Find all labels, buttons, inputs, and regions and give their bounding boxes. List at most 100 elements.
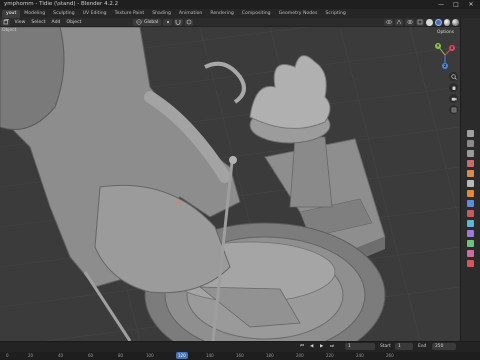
camera-icon <box>451 97 456 101</box>
render-properties-icon[interactable] <box>467 140 474 147</box>
tab-layout[interactable]: yout <box>2 9 21 18</box>
brazier-pillar <box>289 136 333 208</box>
brazier-flames <box>249 55 331 129</box>
texture-properties-icon[interactable] <box>467 260 474 267</box>
xray-button[interactable] <box>415 18 425 26</box>
zoom-button[interactable] <box>449 72 458 81</box>
output-properties-icon[interactable] <box>467 150 474 157</box>
scene-properties-icon[interactable] <box>467 170 474 177</box>
visibility-button[interactable] <box>384 18 393 26</box>
tick-label: 160 <box>236 353 244 358</box>
tick-label: 100 <box>146 353 154 358</box>
xray-icon <box>417 19 423 25</box>
menu-add[interactable]: Add <box>49 20 64 25</box>
tab-uv-editing[interactable]: UV Editing <box>79 10 111 18</box>
overlays-button[interactable] <box>405 18 414 26</box>
staff-orb <box>229 156 237 164</box>
tick-label: 60 <box>88 353 94 358</box>
grid-icon <box>451 107 456 112</box>
gizmo-x-axis[interactable]: X <box>449 45 455 51</box>
view-layer-properties-icon[interactable] <box>467 160 474 167</box>
transform-orientation-dropdown[interactable]: Global <box>132 18 162 26</box>
tab-sculpting[interactable]: Sculpting <box>49 10 78 18</box>
navigation-gizmo[interactable]: Y X Z <box>430 40 460 70</box>
options-dropdown[interactable]: Options <box>434 29 457 36</box>
end-label: End <box>418 344 427 349</box>
title-bar: ymphomm - Tidie (\stand) - Blender 4.2.2… <box>0 0 480 9</box>
maximize-button[interactable]: □ <box>449 0 463 9</box>
gizmo-toggle-button[interactable] <box>394 18 404 26</box>
material-properties-icon[interactable] <box>467 250 474 257</box>
snap-button[interactable] <box>173 18 183 26</box>
end-frame-field[interactable]: 250 <box>432 343 456 350</box>
orientation-label: Global <box>144 19 159 25</box>
constraints-properties-icon[interactable] <box>467 230 474 237</box>
workspace-tabs: yout Modeling Sculpting UV Editing Textu… <box>0 9 480 18</box>
current-frame-field[interactable]: 1 <box>345 343 375 350</box>
3d-viewport[interactable] <box>0 27 460 341</box>
camera-view-button[interactable] <box>449 94 458 103</box>
proportional-edit-button[interactable] <box>184 18 194 26</box>
pivot-button[interactable] <box>163 18 172 26</box>
play-button[interactable]: ▶ <box>320 343 323 350</box>
jump-start-button[interactable]: ⏮ <box>300 343 304 350</box>
object-properties-icon[interactable] <box>467 190 474 197</box>
tick-label: 0 <box>6 353 9 358</box>
tab-rendering[interactable]: Rendering <box>206 10 237 18</box>
start-frame-field[interactable]: 1 <box>395 343 413 350</box>
proportional-icon <box>186 19 192 25</box>
tab-animation[interactable]: Animation <box>175 10 206 18</box>
jump-end-button[interactable]: ⏭ <box>330 343 334 350</box>
modifier-properties-icon[interactable] <box>467 200 474 207</box>
tick-label: 20 <box>28 353 34 358</box>
tool-properties-icon[interactable] <box>467 130 474 137</box>
gizmo-y-axis[interactable]: Y <box>435 43 441 49</box>
rendered-shading-button[interactable] <box>452 18 459 26</box>
gizmo-icon <box>396 19 402 25</box>
tick-label: 200 <box>296 353 304 358</box>
properties-tab-strip <box>460 18 480 341</box>
world-properties-icon[interactable] <box>467 180 474 187</box>
minimize-button[interactable]: — <box>434 0 448 9</box>
hand-icon <box>452 86 455 90</box>
tick-label: 140 <box>206 353 214 358</box>
eye-icon <box>385 20 392 24</box>
frame-ruler[interactable]: 0 20 40 60 80 100 120 140 160 180 200 22… <box>0 352 480 360</box>
globe-icon <box>136 19 142 25</box>
material-shading-button[interactable] <box>443 18 451 26</box>
tab-shading[interactable]: Shading <box>148 10 175 18</box>
overlay-icon <box>407 20 413 24</box>
menu-view[interactable]: View <box>11 20 28 25</box>
data-properties-icon[interactable] <box>467 240 474 247</box>
particles-properties-icon[interactable] <box>467 210 474 217</box>
menu-select[interactable]: Select <box>28 20 48 25</box>
editor-type-button[interactable] <box>1 18 11 26</box>
object-mode-label: Object <box>2 28 17 33</box>
tab-scripting[interactable]: Scripting <box>321 10 349 18</box>
window-title: ymphomm - Tidie (\stand) - Blender 4.2.2 <box>4 1 119 7</box>
projection-toggle-button[interactable] <box>449 105 458 114</box>
tab-modeling[interactable]: Modeling <box>20 10 49 18</box>
tick-label: 260 <box>386 353 394 358</box>
menu-object[interactable]: Object <box>63 20 84 25</box>
tab-compositing[interactable]: Compositing <box>238 10 275 18</box>
play-reverse-button[interactable]: ◀ <box>310 343 313 350</box>
timeline: ⏮ ◀ ▶ ⏭ 1 Start 1 End 250 0 20 40 60 80 … <box>0 341 480 360</box>
wireframe-shading-button[interactable] <box>426 18 433 26</box>
viewport-header: View Select Add Object Global <box>0 18 460 27</box>
cube-icon <box>3 19 9 25</box>
tick-label: 180 <box>266 353 274 358</box>
magnifier-icon <box>450 73 457 80</box>
tick-label: 220 <box>326 353 334 358</box>
physics-properties-icon[interactable] <box>467 220 474 227</box>
pivot-icon <box>166 21 169 23</box>
solid-shading-button[interactable] <box>435 18 442 26</box>
current-frame-indicator[interactable]: 120 <box>176 352 188 359</box>
close-button[interactable]: ✕ <box>464 0 478 9</box>
gizmo-z-axis[interactable]: Z <box>442 63 448 69</box>
tab-geometry-nodes[interactable]: Geometry Nodes <box>275 10 322 18</box>
tab-texture-paint[interactable]: Texture Paint <box>111 10 149 18</box>
pan-button[interactable] <box>449 83 458 92</box>
start-label: Start <box>380 344 391 349</box>
tick-label: 40 <box>58 353 64 358</box>
